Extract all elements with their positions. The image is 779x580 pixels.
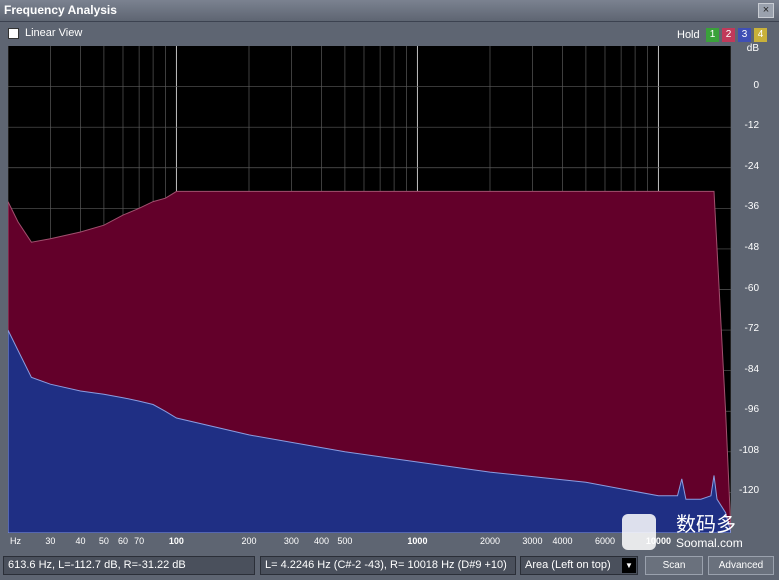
title-bar: Frequency Analysis × <box>0 0 779 22</box>
watermark-logo-icon <box>622 514 656 550</box>
watermark: 数码多 Soomal.com <box>616 508 776 556</box>
x-tick-label: 70 <box>134 536 145 546</box>
y-tick-label: -12 <box>744 120 759 132</box>
y-tick-label: -48 <box>744 241 759 253</box>
window-title: Frequency Analysis <box>4 3 117 17</box>
x-tick-label: 60 <box>117 536 128 546</box>
y-tick-label: -72 <box>744 323 759 335</box>
y-tick-label: -24 <box>744 160 759 172</box>
close-icon[interactable]: × <box>758 3 774 18</box>
y-tick-label: -36 <box>744 201 759 213</box>
x-tick-label: 2000 <box>479 536 501 546</box>
y-tick-label: dB <box>746 43 759 54</box>
x-tick-label: 6000 <box>594 536 615 546</box>
display-mode-value: Area (Left on top) <box>525 559 611 571</box>
y-tick-label: 0 <box>753 79 759 91</box>
x-tick-label: 1000 <box>407 536 428 546</box>
x-unit-label: Hz <box>10 536 21 546</box>
scan-button[interactable]: Scan <box>645 556 703 575</box>
hold-button-4[interactable]: 4 <box>754 28 767 42</box>
x-tick-label: 100 <box>168 536 184 546</box>
x-tick-label: 500 <box>337 536 353 546</box>
toolbar: Linear View Hold 1 2 3 4 <box>0 23 779 45</box>
linear-view-label: Linear View <box>25 27 83 39</box>
y-tick-label: -96 <box>744 404 759 416</box>
y-tick-label: -84 <box>744 363 759 375</box>
cursor-readout: 613.6 Hz, L=-112.7 dB, R=-31.22 dB <box>3 556 255 575</box>
x-tick-label: 30 <box>45 536 56 546</box>
spectrum-chart <box>8 46 731 533</box>
hold-label: Hold <box>677 29 700 41</box>
x-tick-label: 40 <box>75 536 86 546</box>
status-bar: 613.6 Hz, L=-112.7 dB, R=-31.22 dB L= 4.… <box>0 553 779 580</box>
hold-button-1[interactable]: 1 <box>706 28 719 42</box>
y-tick-label: -120 <box>738 485 759 497</box>
x-tick-label: 400 <box>314 536 330 546</box>
hold-button-2[interactable]: 2 <box>722 28 735 42</box>
x-tick-label: 200 <box>241 536 257 546</box>
x-tick-label: 50 <box>98 536 109 546</box>
advanced-button[interactable]: Advanced <box>708 556 774 575</box>
frequency-analysis-window: Frequency Analysis × Linear View Hold 1 … <box>0 0 779 580</box>
y-tick-label: -108 <box>738 444 759 456</box>
peak-readout: L= 4.2246 Hz (C#-2 -43), R= 10018 Hz (D#… <box>260 556 516 575</box>
hold-button-3[interactable]: 3 <box>738 28 751 42</box>
x-tick-label: 3000 <box>522 536 543 546</box>
db-axis: dB 0 -12 -24 -36 -48 -60 -72 -84 -96 -108 -120 <box>731 43 779 533</box>
watermark-en-text: Soomal.com <box>676 536 743 550</box>
linear-view-checkbox[interactable] <box>8 28 19 39</box>
x-tick-label: 300 <box>283 536 299 546</box>
spectrum-plot[interactable] <box>8 46 731 533</box>
x-tick-label: 4000 <box>552 536 573 546</box>
watermark-cn-text: 数码多 <box>676 514 736 536</box>
chevron-down-icon[interactable]: ▼ <box>622 558 636 573</box>
display-mode-select[interactable]: Area (Left on top) ▼ <box>520 556 638 575</box>
y-tick-label: -60 <box>744 282 759 294</box>
